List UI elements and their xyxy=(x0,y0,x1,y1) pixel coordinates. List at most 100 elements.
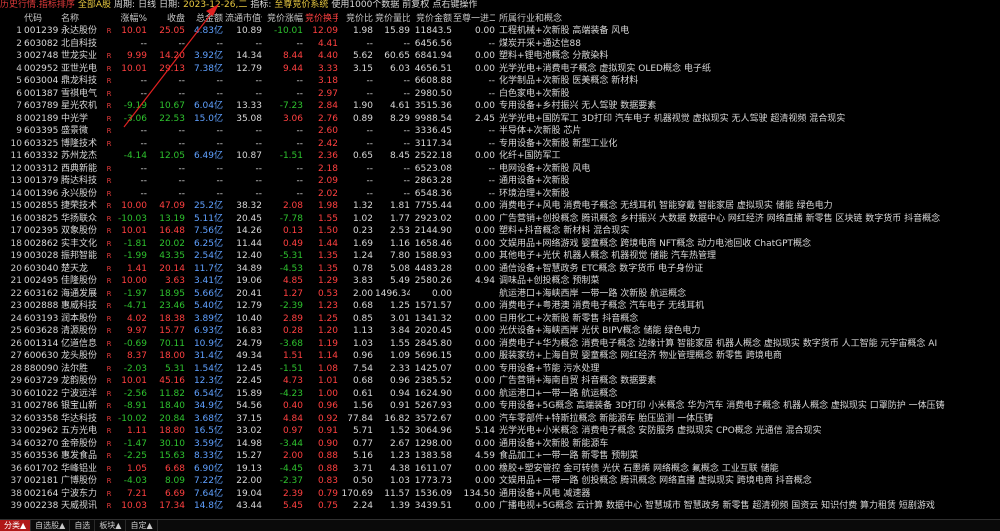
float-cap: 43.44 xyxy=(236,501,262,511)
float-cap: 19.06 xyxy=(236,276,262,286)
close-price: 45.16 xyxy=(159,376,185,386)
bottom-tab-0[interactable]: 分类▲ xyxy=(0,520,32,531)
table-row[interactable]: 1 001239 永达股份 R 10.01 25.05 4.83亿 10.89 -10.01 12… xyxy=(0,25,1000,38)
table-row[interactable]: 26 001314 亿道信息 R -0.69 70.11 10.9亿 24.79 -3.68 1.… xyxy=(0,338,1000,351)
header-one-to-two[interactable]: 至尊一进二 xyxy=(453,13,495,25)
close-price: -- xyxy=(178,138,186,149)
bid-change: 0.28 xyxy=(282,326,303,336)
table-row[interactable]: 10 603325 博隆技术 R -- -- -- -- -- 2.42 -- -- 3117.34 --… xyxy=(0,138,1000,151)
table-row[interactable]: 34 603270 金帝股份 R -1.47 30.10 3.59亿 14.98 -3.44 0.… xyxy=(0,438,1000,451)
bid-amount: 6548.36 xyxy=(414,188,452,199)
header-name[interactable]: 名称 xyxy=(61,13,107,25)
header-code[interactable]: 代码 xyxy=(24,13,60,25)
bid-volume-ratio: -- xyxy=(403,38,411,49)
stock-code: 601702 xyxy=(24,463,59,474)
header-bid-amount[interactable]: 竞价金额 xyxy=(412,13,452,25)
stock-name: 西典新能 xyxy=(61,163,98,174)
close-price: -- xyxy=(178,88,186,99)
stock-code: 001379 xyxy=(24,176,59,186)
table-row[interactable]: 32 603358 华达科技 R -10.02 20.84 3.68亿 37.15 4.84 0.… xyxy=(0,413,1000,426)
table-row[interactable]: 22 603162 海通发展 R -1.97 18.95 5.66亿 20.41 1.27 0.5… xyxy=(0,288,1000,301)
float-cap: 33.02 xyxy=(236,426,262,436)
one-to-two: 0.00 xyxy=(474,476,495,486)
table-row[interactable]: 19 003028 振邦智能 R -1.99 43.35 2.54亿 12.40 -5.31 1.… xyxy=(0,250,1000,263)
bid-turnover: 1.19 xyxy=(317,338,338,349)
table-row[interactable]: 35 603536 惠发食品 R -2.25 15.63 8.33亿 15.27 2.00 0.8… xyxy=(0,450,1000,463)
change-pct: -- xyxy=(140,176,148,186)
table-row[interactable]: 29 603729 龙韵股份 R 10.01 45.16 12.3亿 22.45 4.73 1.0… xyxy=(0,375,1000,388)
table-row[interactable]: 9 603395 盛景微 R -- -- -- -- -- 2.60 -- -- 3336.45 -- 半导… xyxy=(0,125,1000,138)
header-float-cap[interactable]: 流通市值亿 xyxy=(225,13,262,25)
table-row[interactable]: 2 603082 北自科技 -- -- -- -- -- 4.41 -- -- 6456.56 -- 煤炭… xyxy=(0,38,1000,51)
table-row[interactable]: 33 002962 五方光电 R 1.11 18.80 16.5亿 33.02 0.97 0.91… xyxy=(0,425,1000,438)
stock-name: 振邦智能 xyxy=(61,251,98,261)
close-price: 20.02 xyxy=(159,238,185,249)
market-selector[interactable]: 全部A股 xyxy=(78,0,111,10)
table-row[interactable]: 25 603628 清源股份 R 9.97 15.77 6.93亿 16.83 0.28 1.20… xyxy=(0,325,1000,338)
stock-code: 603395 xyxy=(24,126,59,136)
header-bid-turnover[interactable]: 竞价换手↓ xyxy=(305,13,338,25)
table-row[interactable]: 7 603789 星光农机 R -9.19 10.67 6.04亿 13.33 -7.23 2.8… xyxy=(0,100,1000,113)
table-row[interactable]: 5 603004 鼎龙科技 R -- -- -- -- -- 3.18 -- -- 6608.88 -- 化… xyxy=(0,75,1000,88)
header-bid-ratio[interactable]: 竞价比 xyxy=(341,13,373,25)
table-row[interactable]: 27 600630 龙头股份 R 8.37 18.00 31.4亿 49.34 1.51 1.14… xyxy=(0,350,1000,363)
table-row[interactable]: 11 603332 苏州龙杰 -4.14 12.05 6.49亿 10.87 -1.51 2.3… xyxy=(0,150,1000,163)
bid-ratio: 5.16 xyxy=(352,451,373,461)
industry-concepts: 广播电视+5G概念 云计算 数据中心 智慧城市 智慧政务 新零售 超清视频 国资… xyxy=(499,501,935,511)
table-row[interactable]: 12 003312 西典新能 R -- -- -- -- -- 2.18 -- -- 6523.08 --… xyxy=(0,163,1000,176)
table-row[interactable]: 6 001387 雪祺电气 R -- -- -- -- -- 2.97 -- -- 2980.50 -- 白… xyxy=(0,88,1000,101)
one-to-two: -- xyxy=(488,163,496,174)
bid-turnover: 0.91 xyxy=(317,426,338,436)
change-pct: 10.01 xyxy=(121,63,147,74)
date-value[interactable]: 2023-12-26,二 xyxy=(183,0,247,10)
table-row[interactable]: 28 880090 法尔胜 R -2.03 5.31 1.54亿 12.45 -1.51 1.08… xyxy=(0,363,1000,376)
header-bid-change[interactable]: 竞价涨幅 xyxy=(265,13,303,25)
table-row[interactable]: 20 603040 楚天龙 R 1.41 20.14 11.7亿 34.89 -4.53 1.35… xyxy=(0,263,1000,276)
table-row[interactable]: 3 002748 世龙实业 R 9.99 14.20 3.92亿 14.34 8.44 4.40 5… xyxy=(0,50,1000,63)
table-row[interactable]: 21 002495 佳隆股份 R 10.00 3.63 3.41亿 19.06 4.85 1.29… xyxy=(0,275,1000,288)
float-cap: 12.79 xyxy=(236,301,262,311)
table-row[interactable]: 37 002181 广博股份 R -4.03 8.09 7.22亿 22.00 -2.37 0.8… xyxy=(0,475,1000,488)
table-row[interactable]: 17 002395 双象股份 R 10.01 16.48 7.56亿 14.26 0.13 1.5… xyxy=(0,225,1000,238)
header-bid-volume-ratio[interactable]: 竞价量比 xyxy=(375,13,410,25)
header-industry[interactable]: 所属行业和概念 xyxy=(499,13,999,25)
bottom-tab-1[interactable]: 自选股▲ xyxy=(31,520,71,531)
close-price: 11.82 xyxy=(159,388,185,399)
table-row[interactable]: 23 002888 惠威科技 R -4.71 23.46 5.40亿 12.79 -2.39 1.… xyxy=(0,300,1000,313)
close-price: 15.77 xyxy=(159,326,185,336)
row-index: 2 xyxy=(16,38,22,49)
table-row[interactable]: 31 002786 银宝山新 R -8.91 18.40 34.9亿 54.56 0.40 0.9… xyxy=(0,400,1000,413)
bottom-tab-2[interactable]: 自选 xyxy=(70,520,96,531)
stock-name: 法尔胜 xyxy=(61,363,89,374)
indicator-value[interactable]: 至尊竞价系统 xyxy=(274,0,328,10)
stock-name: 惠发食品 xyxy=(61,451,98,461)
table-row[interactable]: 4 002952 亚世光电 R 10.01 29.13 7.38亿 12.79 9.44 3.33… xyxy=(0,63,1000,76)
table-row[interactable]: 13 001379 腾达科技 R -- -- -- -- -- 2.09 -- -- 2863.28 --… xyxy=(0,175,1000,188)
total-amount: 6.54亿 xyxy=(193,388,223,399)
bid-ratio: -- xyxy=(366,88,374,99)
header-change-pct[interactable]: 涨幅% xyxy=(112,13,147,25)
table-row[interactable]: 16 003825 华扬联众 R -10.03 13.19 5.11亿 20.45 -7.78 1… xyxy=(0,213,1000,226)
table-row[interactable]: 39 002238 天威视讯 R 10.03 17.34 14.8亿 43.44 5.45 0.7… xyxy=(0,500,1000,513)
table-row[interactable]: 15 002855 捷荣技术 R 10.00 47.09 25.2亿 38.32 2.08 1.9… xyxy=(0,200,1000,213)
period-value[interactable]: 日线 xyxy=(138,0,156,10)
table-row[interactable]: 30 601022 宁波远洋 R -2.56 11.82 6.54亿 15.89 -4.23 1.… xyxy=(0,388,1000,401)
bid-turnover: 2.09 xyxy=(317,176,338,186)
table-row[interactable]: 38 002164 宁波东力 R 7.21 6.69 7.64亿 19.04 2.39 0.79 1… xyxy=(0,488,1000,501)
header-amount[interactable]: 总金额 xyxy=(188,13,223,25)
change-pct: 7.21 xyxy=(126,488,147,499)
bottom-tab-3[interactable]: 板块▲ xyxy=(95,520,127,531)
table-row[interactable]: 14 001396 永兴股份 R -- -- -- -- -- 2.02 -- -- 6548.36 --… xyxy=(0,188,1000,201)
bottom-tab-4[interactable]: 自定▲ xyxy=(126,520,158,531)
table-row[interactable]: 18 002862 实丰文化 R -1.81 20.02 6.25亿 11.44 0.49 1.4… xyxy=(0,238,1000,251)
bid-turnover: 1.29 xyxy=(317,276,338,286)
stock-code: 603729 xyxy=(24,376,59,386)
total-amount: 2.54亿 xyxy=(193,251,223,261)
header-close[interactable]: 收盘 xyxy=(150,13,185,25)
close-price: 30.10 xyxy=(159,438,185,449)
table-row[interactable]: 36 601702 华峰铝业 R 1.05 6.68 6.90亿 19.13 -4.45 0.88… xyxy=(0,463,1000,476)
industry-concepts: 其他电子+光伏 机器人概念 机器视觉 储能 汽车热管理 xyxy=(499,251,716,261)
table-row[interactable]: 24 603193 润本股份 R 4.02 18.38 3.89亿 10.40 2.89 1.25… xyxy=(0,313,1000,326)
table-row[interactable]: 8 002189 中光学 R -3.06 22.53 15.0亿 35.08 3.06 2.76 0… xyxy=(0,113,1000,126)
adjust-note[interactable]: 前复权 xyxy=(402,0,429,10)
